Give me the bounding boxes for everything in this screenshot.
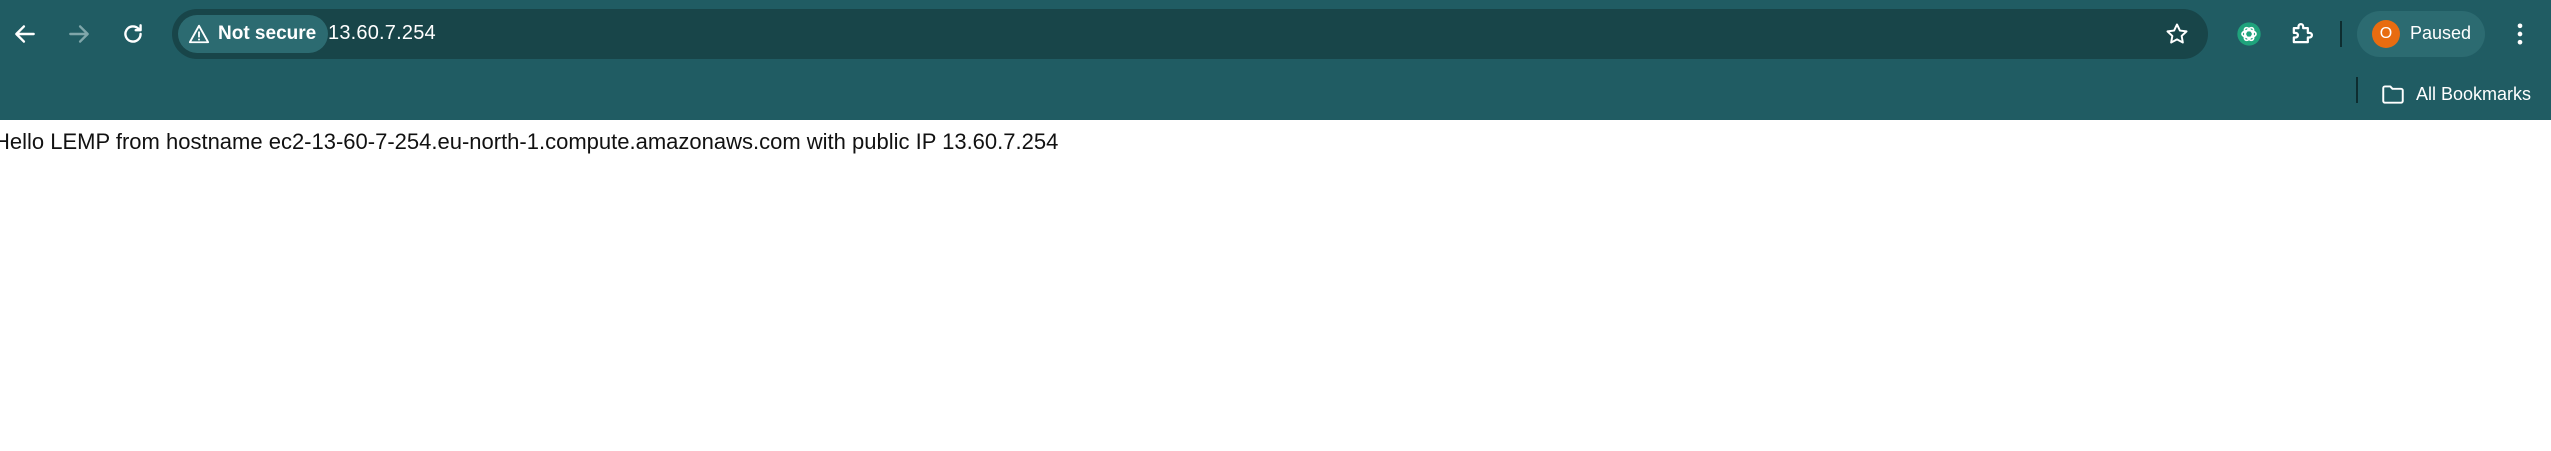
puzzle-icon — [2292, 23, 2313, 44]
bookmark-star-button[interactable] — [2162, 19, 2192, 49]
star-outline-icon — [2166, 23, 2188, 44]
avatar: O — [2372, 20, 2400, 48]
bookmarks-bar: All Bookmarks — [0, 68, 2551, 120]
toolbar-divider — [2340, 21, 2342, 47]
profile-status: Paused — [2410, 23, 2472, 43]
warning-triangle-icon — [188, 24, 210, 44]
forward-button[interactable] — [59, 14, 99, 54]
reload-button[interactable] — [113, 14, 153, 54]
profile-button[interactable]: O Paused — [2357, 11, 2485, 57]
reload-icon — [124, 24, 142, 43]
all-bookmarks-label: All Bookmarks — [2416, 83, 2532, 104]
security-label: Not secure — [218, 23, 317, 44]
kebab-menu-icon — [2517, 23, 2523, 45]
folder-icon — [2382, 85, 2404, 104]
browser-toolbar: Not secure 13.60.7.254 O Paused — [0, 0, 2551, 68]
arrow-right-icon — [69, 25, 89, 43]
address-bar[interactable]: Not secure 13.60.7.254 — [172, 9, 2208, 59]
page-content: Hello LEMP from hostname ec2-13-60-7-254… — [0, 120, 2551, 451]
chatgpt-extension-button[interactable] — [2231, 16, 2267, 52]
browser-chrome: Not secure 13.60.7.254 O Paused All Book… — [0, 0, 2551, 120]
back-button[interactable] — [5, 14, 45, 54]
browser-menu-button[interactable] — [2502, 16, 2538, 52]
all-bookmarks-button[interactable]: All Bookmarks — [2380, 76, 2531, 112]
bookmarks-divider — [2356, 77, 2358, 103]
url-text[interactable]: 13.60.7.254 — [328, 22, 436, 45]
arrow-left-icon — [15, 25, 35, 43]
page-body-text: Hello LEMP from hostname ec2-13-60-7-254… — [0, 129, 1059, 154]
security-chip[interactable]: Not secure — [178, 15, 329, 53]
extensions-button[interactable] — [2284, 16, 2320, 52]
chatgpt-logo-icon — [2237, 22, 2261, 46]
